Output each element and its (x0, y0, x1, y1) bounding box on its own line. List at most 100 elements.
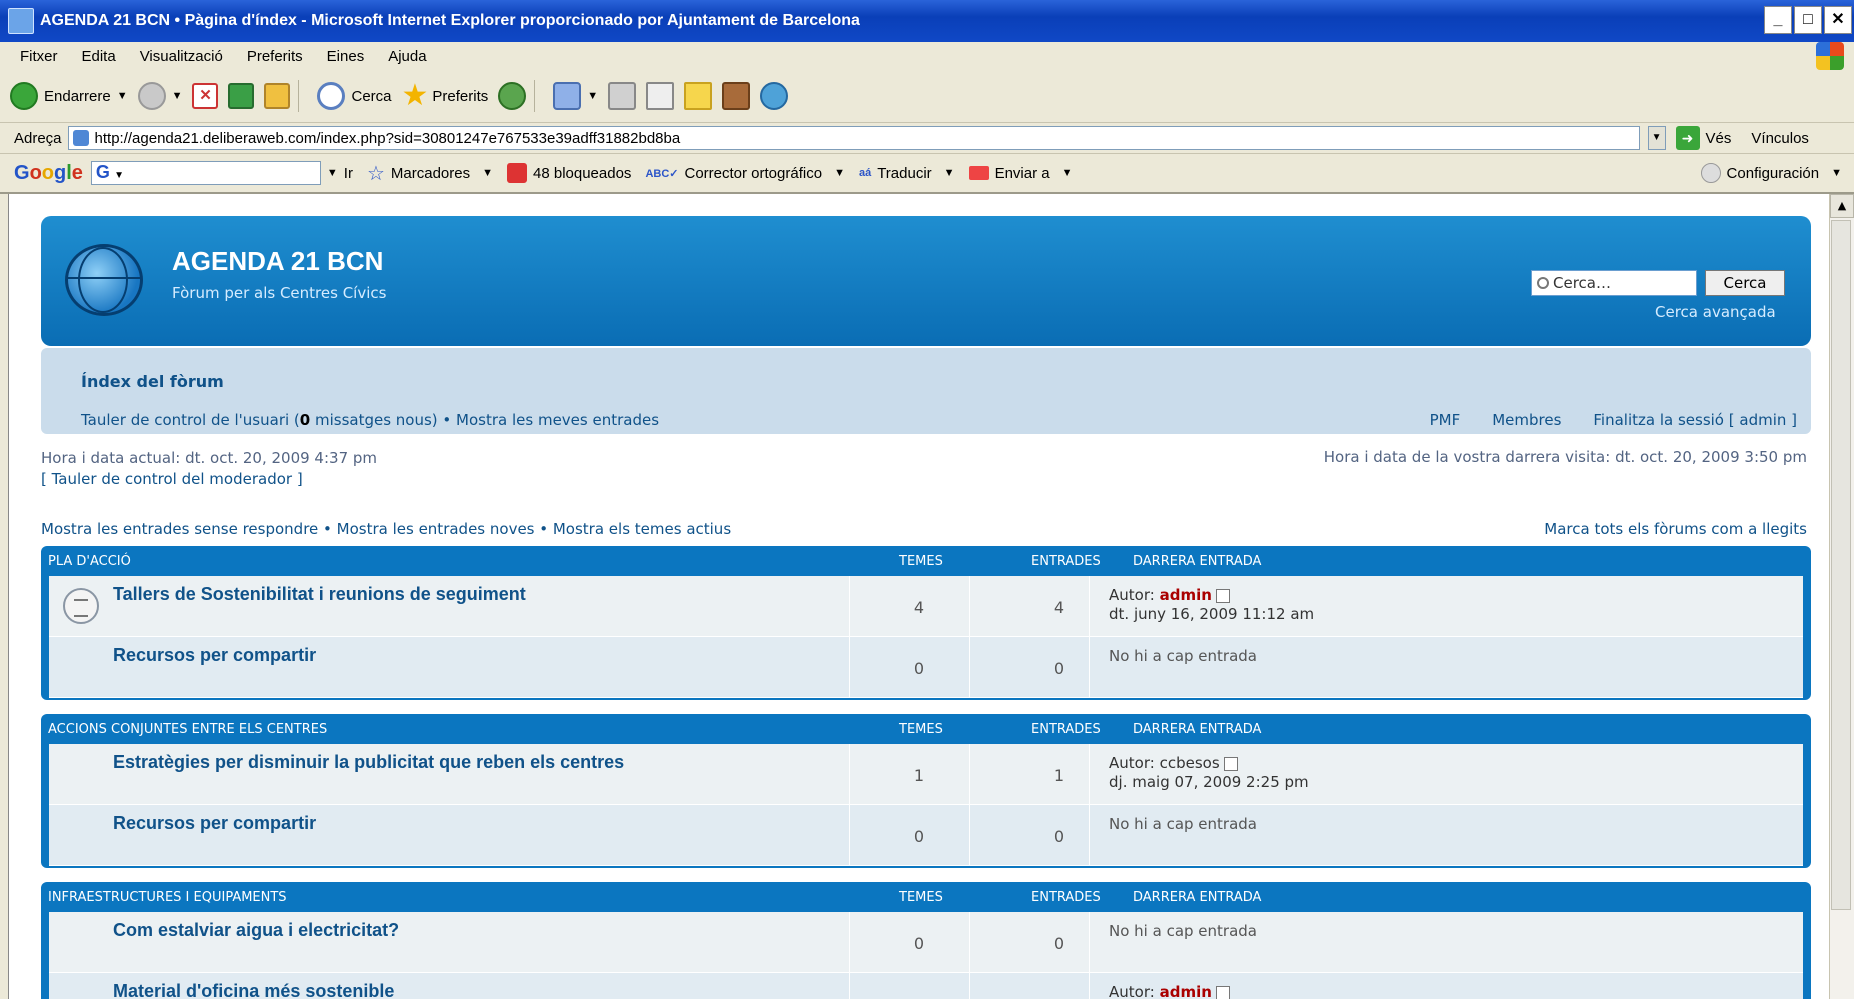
back-label: Endarrere (44, 87, 111, 105)
go-arrow-icon[interactable]: ➜ (1675, 126, 1700, 150)
members-link[interactable]: Membres (1492, 411, 1561, 429)
moderator-panel-link[interactable]: [ Tauler de control del moderador ] (41, 469, 377, 490)
address-dropdown-icon[interactable]: ▼ (1647, 126, 1666, 150)
popup-blocker-button[interactable]: 48 bloqueados (507, 163, 631, 183)
minimize-button[interactable]: _ (1764, 6, 1792, 34)
category-name[interactable]: INFRAESTRUCTURES I EQUIPAMENTS (48, 890, 287, 905)
advanced-search-link[interactable]: Cerca avançada (1655, 303, 1776, 321)
search-icon (1537, 277, 1549, 289)
address-bar: Adreça http://agenda21.deliberaweb.com/i… (0, 123, 1854, 154)
topics-count: 0 (913, 827, 925, 846)
faq-link[interactable]: PMF (1430, 411, 1461, 429)
forum-title-link[interactable]: Estratègies per disminuir la publicitat … (113, 752, 624, 773)
ie-icon (8, 8, 34, 34)
logout-link[interactable]: Finalitza la sessió [ admin ] (1593, 411, 1797, 429)
translate-icon: aá (858, 167, 872, 179)
mail-dropdown-icon[interactable]: ▼ (587, 90, 598, 102)
address-input[interactable]: http://agenda21.deliberaweb.com/index.ph… (67, 126, 1640, 150)
view-latest-post-icon[interactable] (1223, 756, 1238, 771)
forum-title-link[interactable]: Recursos per compartir (113, 645, 316, 666)
forum-search-button[interactable]: Cerca (1705, 270, 1785, 296)
google-search-dropdown-icon[interactable]: ▼ (327, 167, 338, 179)
refresh-icon[interactable] (228, 83, 255, 109)
print-icon[interactable] (608, 82, 637, 110)
no-entry-text: No hi a cap entrada (1109, 815, 1257, 833)
forum-search-input[interactable]: Cerca… (1531, 270, 1697, 296)
toolbar-separator (534, 80, 536, 112)
forum-read-icon (63, 588, 99, 624)
google-settings-button[interactable]: Configuración ▼ (1700, 163, 1842, 183)
site-title: AGENDA 21 BCN (172, 246, 384, 276)
user-control-panel-link[interactable]: Tauler de control de l'usuari (0 missatg… (81, 411, 659, 429)
mail-button[interactable]: ▼ (553, 82, 598, 110)
menu-tools[interactable]: Eines (315, 48, 377, 65)
search-links[interactable]: Mostra les entrades sense respondre • Mo… (41, 520, 731, 538)
maximize-button[interactable]: □ (1794, 6, 1822, 34)
back-button[interactable]: Endarrere ▼ (10, 82, 128, 110)
globe-logo-icon[interactable] (65, 244, 143, 316)
messenger-icon[interactable] (760, 82, 789, 110)
breadcrumb-forum-index[interactable]: Índex del fòrum (81, 372, 224, 391)
no-entry-text: No hi a cap entrada (1109, 647, 1257, 665)
menu-favorites[interactable]: Preferits (235, 48, 315, 65)
last-post-info: Autor: admin (1109, 983, 1230, 999)
menu-file[interactable]: Fitxer (0, 48, 70, 65)
scroll-up-icon[interactable]: ▲ (1830, 194, 1854, 218)
standard-toolbar: Endarrere ▼ ▼ ✕ Cerca ★ Preferits ▼ (0, 70, 1854, 123)
menu-view[interactable]: Visualització (128, 48, 235, 65)
note-icon[interactable] (684, 82, 713, 110)
author-link[interactable]: admin (1160, 983, 1212, 999)
view-latest-post-icon[interactable] (1215, 985, 1230, 999)
vertical-scrollbar[interactable]: ▲ (1829, 194, 1854, 999)
category-name[interactable]: ACCIONS CONJUNTES ENTRE ELS CENTRES (48, 722, 327, 737)
close-button[interactable]: ✕ (1824, 6, 1852, 34)
google-go-button[interactable]: Ir (344, 165, 353, 182)
menu-bar: Fitxer Edita Visualització Preferits Ein… (0, 42, 1854, 71)
translate-button[interactable]: aá Traducir ▼ (859, 165, 955, 182)
spellcheck-button[interactable]: ABC✓ Corrector ortográfico ▼ (645, 165, 845, 182)
history-icon[interactable] (498, 82, 527, 110)
forward-button[interactable]: ▼ (137, 82, 183, 110)
back-dropdown-icon[interactable]: ▼ (117, 90, 128, 102)
go-button[interactable]: Vés (1706, 130, 1732, 147)
favorites-button[interactable]: ★ Preferits (402, 81, 489, 111)
category-block: PLA D'ACCIÓ TEMES ENTRADES DARRERA ENTRA… (41, 546, 1811, 700)
page-viewport: AGENDA 21 BCN Fòrum per als Centres Cívi… (8, 194, 1831, 999)
forum-row: Material d'oficina més sostenible Autor:… (49, 973, 1803, 999)
last-post-info: No hi a cap entrada (1109, 922, 1257, 941)
forum-title-link[interactable]: Material d'oficina més sostenible (113, 981, 394, 999)
google-search-input[interactable]: G ▼ (90, 161, 321, 185)
menu-edit[interactable]: Edita (70, 48, 128, 65)
home-icon[interactable] (264, 83, 291, 109)
topics-count: 0 (913, 659, 925, 678)
category-header: PLA D'ACCIÓ TEMES ENTRADES DARRERA ENTRA… (41, 546, 1811, 574)
send-icon (968, 166, 989, 180)
forward-dropdown-icon[interactable]: ▼ (172, 90, 183, 102)
col-topics-header: TEMES (899, 722, 943, 737)
forum-title-link[interactable]: Recursos per compartir (113, 813, 316, 834)
google-logo[interactable]: Google (14, 162, 83, 185)
mark-forums-read-link[interactable]: Marca tots els fòrums com a llegits (1544, 520, 1807, 538)
author-link[interactable]: admin (1160, 586, 1212, 604)
author-link[interactable]: ccbesos (1160, 754, 1220, 772)
bookmarks-button[interactable]: ☆ Marcadores ▼ (367, 161, 493, 186)
view-latest-post-icon[interactable] (1215, 588, 1230, 603)
last-post-info: No hi a cap entrada (1109, 815, 1257, 834)
send-to-button[interactable]: Enviar a ▼ (968, 165, 1072, 182)
search-icon (317, 82, 346, 110)
search-button[interactable]: Cerca (317, 82, 392, 110)
scrollbar-thumb[interactable] (1831, 220, 1851, 910)
menu-help[interactable]: Ajuda (376, 48, 438, 65)
category-name[interactable]: PLA D'ACCIÓ (48, 554, 131, 569)
forum-title-link[interactable]: Tallers de Sostenibilitat i reunions de … (113, 584, 526, 605)
col-posts-header: ENTRADES (1031, 554, 1101, 569)
forum-title-link[interactable]: Com estalviar aigua i electricitat? (113, 920, 399, 941)
page-icon (72, 130, 89, 146)
edit-icon[interactable] (646, 82, 675, 110)
links-label[interactable]: Vínculos (1751, 130, 1809, 147)
last-post-info: No hi a cap entrada (1109, 647, 1257, 666)
stop-icon[interactable]: ✕ (192, 83, 219, 109)
research-icon[interactable] (722, 82, 751, 110)
col-last-post-header: DARRERA ENTRADA (1133, 890, 1262, 905)
google-toolbar: Google G ▼ ▼ Ir ☆ Marcadores ▼ 48 bloquea… (0, 154, 1854, 194)
